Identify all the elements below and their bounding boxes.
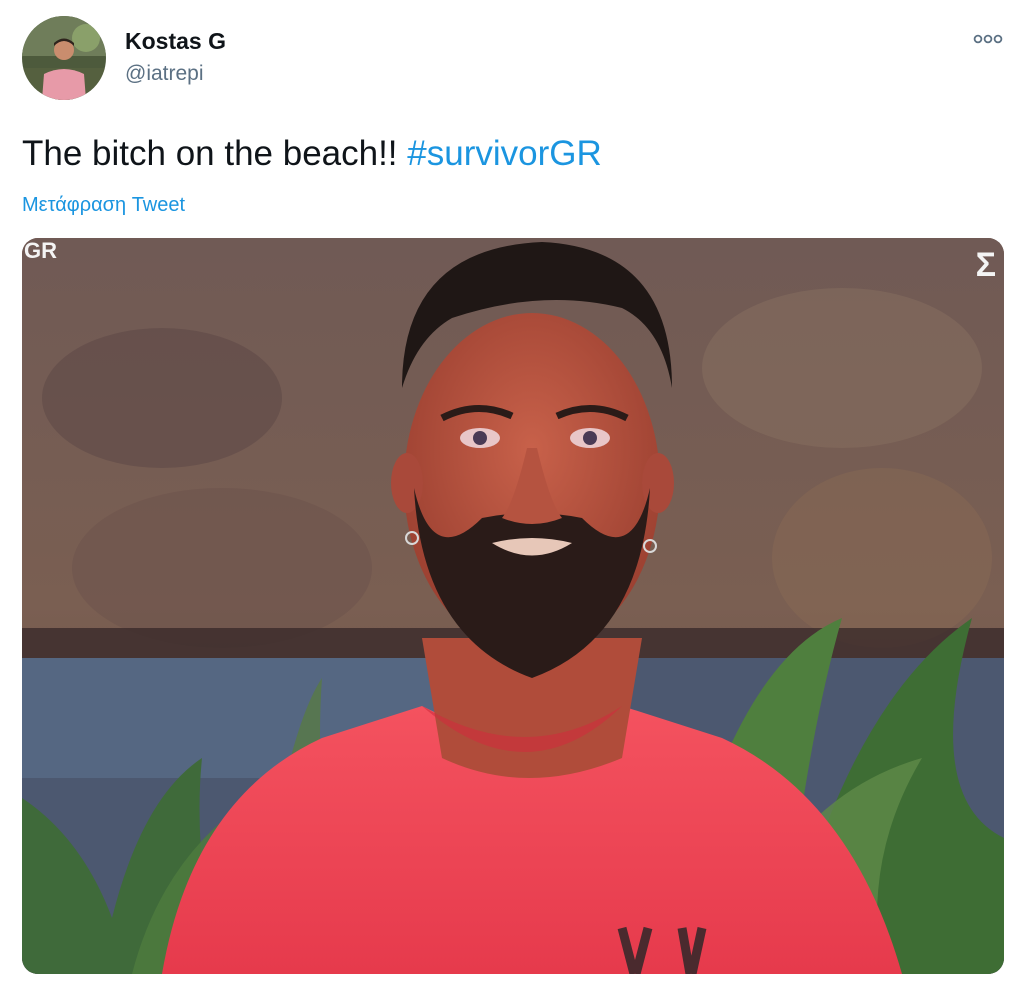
author-name[interactable]: Kostas G bbox=[125, 28, 226, 55]
channel-logo-left: GR bbox=[24, 238, 57, 263]
tweet-card: Kostas G @iatrepi The bitch on the beach… bbox=[0, 0, 1024, 1000]
tweet-body-text: The bitch on the beach!! bbox=[22, 134, 408, 173]
author-avatar[interactable] bbox=[22, 16, 106, 100]
tv-screen-photo bbox=[22, 238, 1004, 974]
tweet-media-photo[interactable]: GR Σ bbox=[22, 238, 1004, 974]
tweet-text: The bitch on the beach!! #survivorGR bbox=[22, 134, 602, 174]
channel-logo-right: Σ bbox=[975, 246, 996, 284]
translate-tweet-link[interactable]: Μετάφραση Tweet bbox=[22, 194, 185, 217]
avatar-photo-icon bbox=[22, 16, 106, 100]
more-options-icon[interactable] bbox=[970, 26, 1006, 52]
author-handle[interactable]: @iatrepi bbox=[125, 62, 204, 86]
hashtag-link[interactable]: #survivorGR bbox=[407, 134, 601, 173]
